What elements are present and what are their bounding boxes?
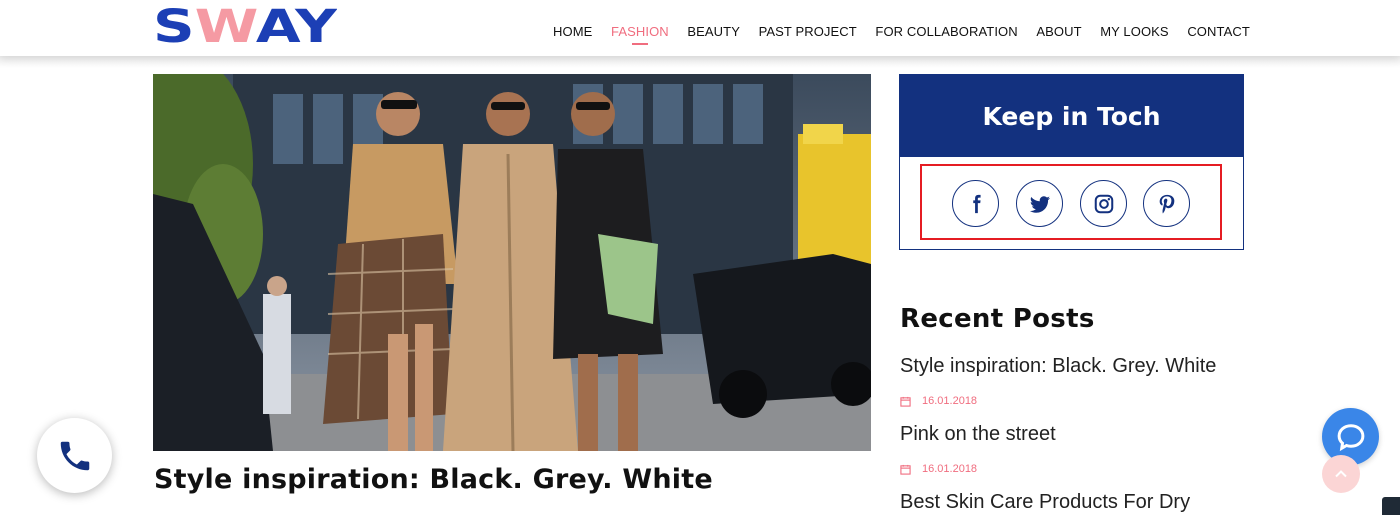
pinterest-icon — [1159, 194, 1174, 213]
corner-widget-tab[interactable] — [1382, 497, 1400, 515]
calendar-icon — [900, 396, 911, 407]
post-title[interactable]: Style inspiration: Black. Grey. White — [154, 464, 713, 495]
chat-button[interactable] — [1322, 408, 1379, 465]
recent-post-date-1: 16.01.2018 — [900, 395, 977, 407]
nav-fashion[interactable]: FASHION — [611, 22, 669, 45]
recent-post-date-2: 16.01.2018 — [900, 463, 977, 475]
chat-icon — [1337, 423, 1364, 451]
social-links — [952, 180, 1192, 228]
svg-text:SWAY: S W AY — [153, 5, 337, 45]
calendar-icon — [900, 464, 911, 475]
nav-about[interactable]: ABOUT — [1036, 22, 1081, 42]
main-nav: HOME FASHION BEAUTY PAST PROJECT FOR COL… — [553, 22, 1250, 45]
call-button[interactable] — [37, 418, 112, 493]
instagram-button[interactable] — [1080, 180, 1127, 227]
pinterest-button[interactable] — [1143, 180, 1190, 227]
facebook-button[interactable] — [952, 180, 999, 227]
nav-beauty[interactable]: BEAUTY — [687, 22, 740, 42]
nav-past-project[interactable]: PAST PROJECT — [759, 22, 857, 42]
header-shadow — [0, 56, 1400, 68]
nav-my-looks[interactable]: MY LOOKS — [1100, 22, 1168, 42]
facebook-icon — [972, 194, 981, 213]
nav-contact[interactable]: CONTACT — [1187, 22, 1250, 42]
post-featured-image[interactable] — [153, 74, 871, 451]
instagram-icon — [1094, 194, 1113, 213]
recent-post-link-1[interactable]: Style inspiration: Black. Grey. White — [900, 355, 1216, 378]
twitter-icon — [1029, 195, 1050, 213]
site-logo[interactable]: S W AY — [153, 5, 337, 45]
nav-home[interactable]: HOME — [553, 22, 592, 42]
recent-posts-title: Recent Posts — [900, 304, 1095, 334]
recent-post-link-2[interactable]: Pink on the street — [900, 423, 1056, 446]
keep-in-touch-title: Keep in Toch — [900, 75, 1243, 157]
twitter-button[interactable] — [1016, 180, 1063, 227]
back-to-top-button[interactable] — [1322, 455, 1360, 493]
recent-post-date-text: 16.01.2018 — [922, 463, 978, 475]
recent-post-date-text: 16.01.2018 — [922, 395, 978, 407]
recent-post-link-3[interactable]: Best Skin Care Products For Dry — [900, 491, 1190, 514]
phone-icon — [60, 441, 89, 470]
chevron-up-icon — [1335, 470, 1347, 478]
site-header: S W AY HOME FASHION BEAUTY PAST PROJECT FO… — [0, 0, 1400, 56]
nav-for-collaboration[interactable]: FOR COLLABORATION — [875, 22, 1017, 42]
